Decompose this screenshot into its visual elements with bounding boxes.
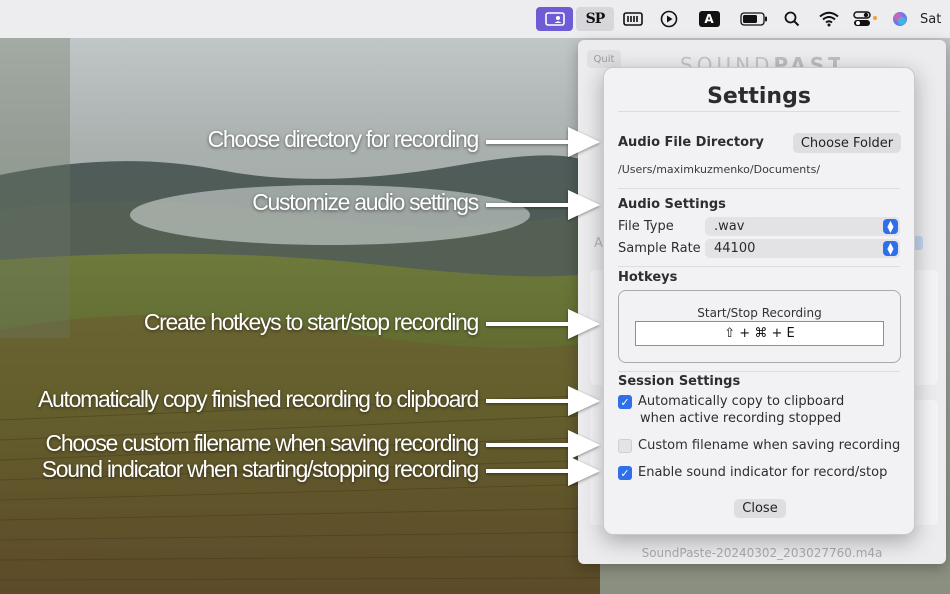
hotkeys-heading: Hotkeys (618, 270, 678, 285)
menu-bar: SP A Sat (0, 0, 950, 38)
annotation-directory: Choose directory for recording (207, 126, 480, 152)
recording-filename: SoundPaste-20240302_203027760.m4a (641, 546, 883, 560)
wifi-icon[interactable] (818, 7, 840, 31)
directory-path: /Users/maximkuzmenko/Documents/ (618, 163, 821, 176)
divider (618, 266, 900, 267)
annotation-audio-settings: Customize audio settings (252, 189, 479, 215)
chevron-updown-icon: ▲ ▼ (883, 241, 898, 256)
annotation-auto-copy: Automatically copy finished recording to… (38, 386, 479, 412)
annotation-hotkeys: Create hotkeys to start/stop recording (143, 309, 479, 335)
audio-settings-heading: Audio Settings (618, 197, 726, 212)
auto-copy-label-line2: when active recording stopped (640, 411, 842, 426)
soundpaste-icon[interactable]: SP (576, 7, 614, 31)
sound-indicator-checkbox[interactable]: ✓ (618, 466, 632, 480)
auto-copy-checkbox[interactable]: ✓ (618, 395, 632, 409)
divider (618, 371, 900, 372)
search-icon[interactable] (782, 7, 802, 31)
play-icon[interactable] (657, 7, 681, 31)
annotation-sound-indicator: Sound indicator when starting/stopping r… (41, 456, 480, 482)
custom-filename-label: Custom filename when saving recording (638, 438, 901, 453)
file-type-label: File Type (618, 219, 674, 234)
sample-rate-label: Sample Rate (618, 241, 701, 256)
soundpaste-menu-label: SP (585, 11, 606, 27)
quit-button[interactable]: Quit (587, 50, 621, 68)
sample-rate-value: 44100 (714, 241, 756, 256)
audio-directory-heading: Audio File Directory (618, 135, 764, 150)
sound-indicator-label: Enable sound indicator for record/stop (638, 465, 888, 480)
hotkey-label: Start/Stop Recording (697, 306, 822, 320)
session-settings-heading: Session Settings (618, 374, 741, 389)
keyboard-brightness-icon[interactable] (621, 7, 645, 31)
menu-clock[interactable]: Sat (920, 7, 950, 31)
file-type-value: .wav (714, 219, 745, 234)
close-button[interactable]: Close (734, 499, 786, 518)
popover-partial-label: A (594, 236, 603, 251)
auto-copy-label: Automatically copy to clipboard (638, 394, 845, 409)
file-type-select[interactable]: .wav ▲ ▼ (705, 217, 900, 236)
choose-folder-button[interactable]: Choose Folder (793, 133, 901, 153)
hotkey-recorder-field[interactable]: ⇧ + ⌘ + E (635, 321, 884, 346)
popover-stepper[interactable] (914, 236, 923, 250)
annotation-custom-filename: Choose custom filename when saving recor… (45, 430, 480, 456)
control-center-icon[interactable] (852, 7, 880, 31)
text-input-icon[interactable]: A (697, 7, 721, 31)
divider (618, 188, 900, 189)
divider (618, 111, 900, 112)
input-source-label: A (698, 11, 720, 27)
battery-icon[interactable] (739, 7, 769, 31)
sample-rate-select[interactable]: 44100 ▲ ▼ (705, 239, 900, 258)
siri-icon[interactable] (890, 7, 910, 31)
settings-title: Settings (707, 84, 811, 109)
screen-share-icon[interactable] (536, 7, 573, 31)
custom-filename-checkbox[interactable] (618, 439, 632, 453)
chevron-updown-icon: ▲ ▼ (883, 219, 898, 234)
